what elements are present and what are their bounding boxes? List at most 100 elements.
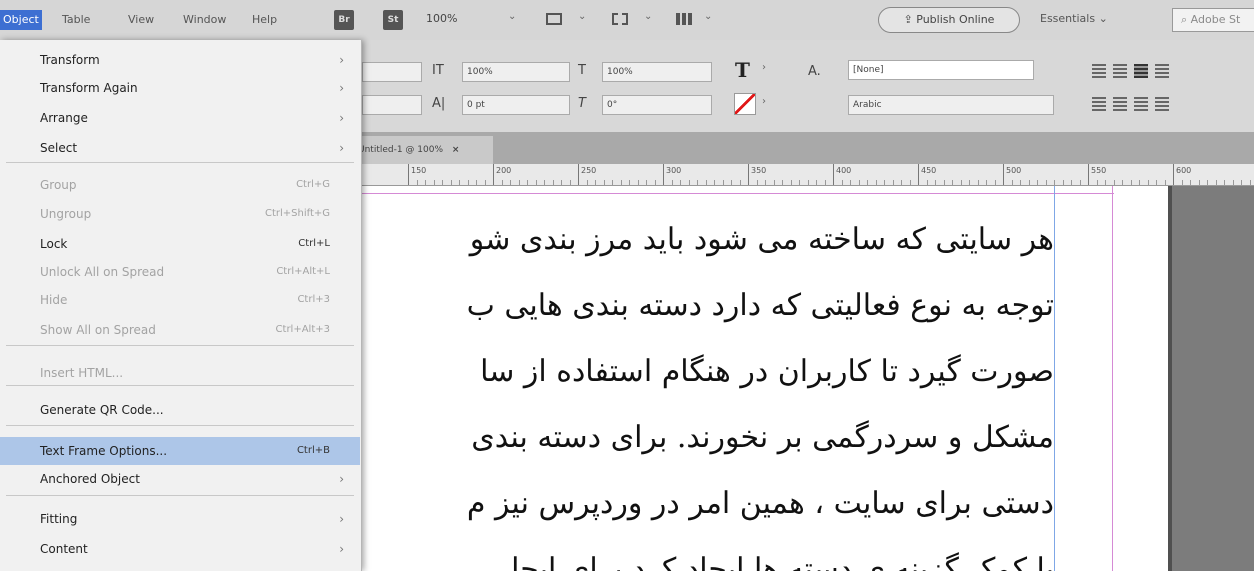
align-right-icon[interactable] [1134,64,1148,78]
ruler-label: 450 [921,166,937,175]
horizontal-ruler[interactable]: 150 200 250 300 350 400 450 500 550 600 [338,164,1254,186]
ruler-minor-tick [535,180,537,185]
fill-arrow-icon[interactable]: › [762,62,766,73]
ruler-minor-tick [518,180,520,185]
menu-item-transform[interactable]: Transform › [0,46,360,74]
menu-item-hide[interactable]: Hide Ctrl+3 [0,286,360,314]
menu-item-text-frame-options[interactable]: Text Frame Options... Ctrl+B [0,437,360,465]
menu-object[interactable]: Object [0,10,42,30]
ruler-tick [1088,164,1089,185]
menu-view[interactable]: View [128,12,154,28]
fill-color-icon[interactable]: T [735,58,750,82]
view-options-icon[interactable] [546,13,562,25]
screen-mode-dropdown-icon[interactable]: ⌄ [644,11,652,22]
leading-field[interactable] [362,95,422,115]
ruler-minor-tick [629,180,630,185]
vertical-scale-field[interactable]: 100% [462,62,570,82]
menu-separator [6,425,354,426]
ruler-minor-tick [1190,180,1191,185]
menu-item-unlock-all-on-spread[interactable]: Unlock All on Spread Ctrl+Alt+L [0,258,360,286]
ruler-minor-tick [986,180,987,185]
ruler-minor-tick [722,180,724,185]
ruler-label: 400 [836,166,852,175]
ruler-label: 250 [581,166,597,175]
ruler-minor-tick [824,180,826,185]
align-center-icon[interactable] [1113,64,1127,78]
justify-right-icon[interactable] [1134,97,1148,111]
zoom-level[interactable]: 100% [426,12,457,25]
font-size-field[interactable] [362,62,422,82]
ruler-tick [1173,164,1174,185]
menu-table[interactable]: Table [62,12,90,28]
justify-center-icon[interactable] [1113,97,1127,111]
ruler-minor-tick [688,180,690,185]
menu-item-arrange[interactable]: Arrange › [0,104,360,132]
ruler-minor-tick [1139,180,1140,185]
menu-help[interactable]: Help [252,12,277,28]
ruler-minor-tick [1037,180,1038,185]
menu-item-label: Show All on Spread [40,323,156,337]
stroke-arrow-icon[interactable]: › [762,96,766,107]
ruler-tick [408,164,409,185]
ruler-minor-tick [1071,180,1072,185]
text-line: صورت گیرد تا کاربران در هنگام استفاده از… [480,354,1054,389]
menu-item-insert-html[interactable]: Insert HTML... [0,359,360,387]
ruler-label: 300 [666,166,682,175]
justify-all-icon[interactable] [1155,97,1169,111]
text-line: دستی برای سایت ، همین امر در وردپرس نیز … [466,486,1054,521]
menu-item-generate-qr-code[interactable]: Generate QR Code... [0,396,360,424]
top-margin-guide [338,193,1114,194]
menu-item-anchored-object[interactable]: Anchored Object › [0,465,360,493]
arrange-dropdown-icon[interactable]: ⌄ [704,11,712,22]
stock-search-input[interactable]: ⌕ Adobe St [1172,8,1254,32]
menu-item-group[interactable]: Group Ctrl+G [0,171,360,199]
ruler-minor-tick [1079,180,1081,185]
ruler-minor-tick [756,180,758,185]
menu-item-lock[interactable]: Lock Ctrl+L [0,230,360,258]
bridge-button[interactable]: Br [334,10,354,30]
menu-item-show-all-on-spread[interactable]: Show All on Spread Ctrl+Alt+3 [0,316,360,344]
tracking-field[interactable]: 0 pt [462,95,570,115]
ruler-minor-tick [841,180,843,185]
text-line: با کمک گزینه ی دسته ها ایجاد کرد برای ای… [511,552,1054,571]
view-options-dropdown-icon[interactable]: ⌄ [578,11,586,22]
publish-icon: ⇪ [903,13,917,26]
ruler-minor-tick [1113,180,1115,185]
ruler-label: 350 [751,166,767,175]
ruler-minor-tick [484,180,486,185]
workspace-switcher[interactable]: Essentials ⌄ [1040,12,1108,25]
align-left-icon[interactable] [1092,64,1106,78]
screen-mode-icon[interactable] [612,13,628,25]
publish-online-label: Publish Online [916,13,995,26]
tracking-icon: A| [432,96,446,111]
stroke-none-icon[interactable] [734,93,756,115]
align-towards-spine-icon[interactable] [1155,64,1169,78]
character-style-field[interactable]: [None] [848,60,1034,80]
menu-item-fitting[interactable]: Fitting › [0,505,360,533]
skew-field[interactable]: 0° [602,95,712,115]
menu-item-ungroup[interactable]: Ungroup Ctrl+Shift+G [0,200,360,228]
menu-item-transform-again[interactable]: Transform Again › [0,74,360,102]
close-tab-icon[interactable]: × [452,145,460,155]
justify-left-icon[interactable] [1092,97,1106,111]
ruler-tick [493,164,494,185]
menu-item-content[interactable]: Content › [0,535,360,563]
arrange-documents-icon[interactable] [676,13,692,25]
document-tab-title: Untitled-1 @ 100% [358,145,444,155]
ruler-label: 500 [1006,166,1022,175]
language-field[interactable]: Arabic [848,95,1054,115]
ruler-minor-tick [1122,180,1123,185]
pasteboard [1172,186,1254,571]
text-frame[interactable]: هر سایتی که ساخته می شود باید مرز بندی ش… [338,195,1054,571]
publish-online-button[interactable]: ⇪ Publish Online [878,7,1020,33]
zoom-dropdown-icon[interactable]: ⌄ [508,11,516,22]
ruler-minor-tick [476,180,477,185]
ruler-minor-tick [799,180,800,185]
horizontal-scale-field[interactable]: 100% [602,62,712,82]
ruler-tick [1003,164,1004,185]
menu-item-label: Unlock All on Spread [40,265,165,279]
ruler-minor-tick [1198,180,1200,185]
stock-button[interactable]: St [383,10,403,30]
menu-item-select[interactable]: Select › [0,134,360,162]
menu-window[interactable]: Window [183,12,226,28]
